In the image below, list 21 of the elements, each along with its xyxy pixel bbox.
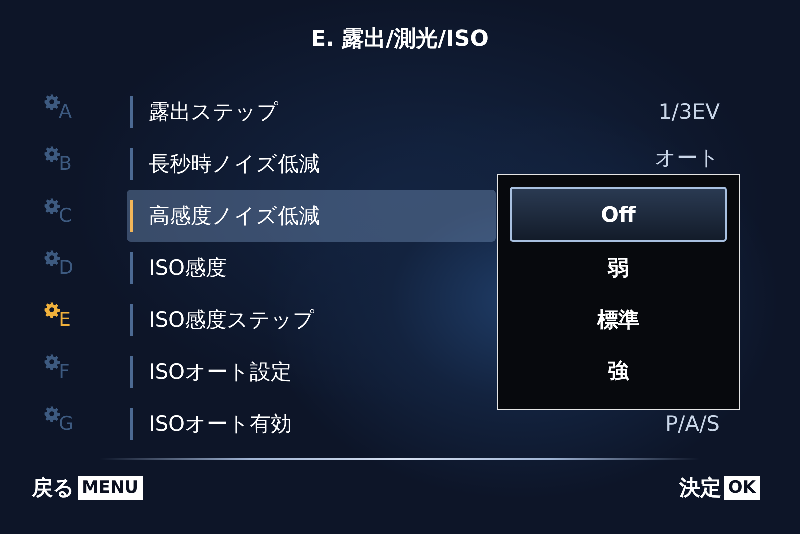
option-item[interactable]: 標準 [510, 294, 727, 346]
gear-icon [44, 94, 60, 110]
menu-title: E. 露出/測光/ISO [310, 26, 490, 54]
menu-item[interactable]: ISOオート有効 P/A/S [127, 398, 720, 450]
option-item[interactable]: 強 [510, 346, 727, 398]
option-item[interactable]: Off [510, 187, 727, 242]
gear-icon [44, 198, 60, 214]
ok-key: OK [724, 476, 760, 500]
gear-icon [44, 302, 60, 318]
back-label: 戻る [32, 475, 75, 502]
gear-icon [44, 406, 60, 422]
option-item[interactable]: 弱 [510, 242, 727, 294]
gear-icon [44, 354, 60, 370]
menu-item[interactable]: 高感度ノイズ低減 [127, 190, 496, 242]
menu-item[interactable]: 露出ステップ 1/3EV [127, 86, 720, 138]
menu-key: MENU [78, 476, 143, 500]
gear-icon [44, 146, 60, 162]
gear-icon [44, 250, 60, 266]
menu-item[interactable]: 長秒時ノイズ低減 オート [127, 138, 720, 190]
menu-tab[interactable]: E [44, 294, 90, 346]
confirm-label: 決定 [679, 475, 722, 502]
